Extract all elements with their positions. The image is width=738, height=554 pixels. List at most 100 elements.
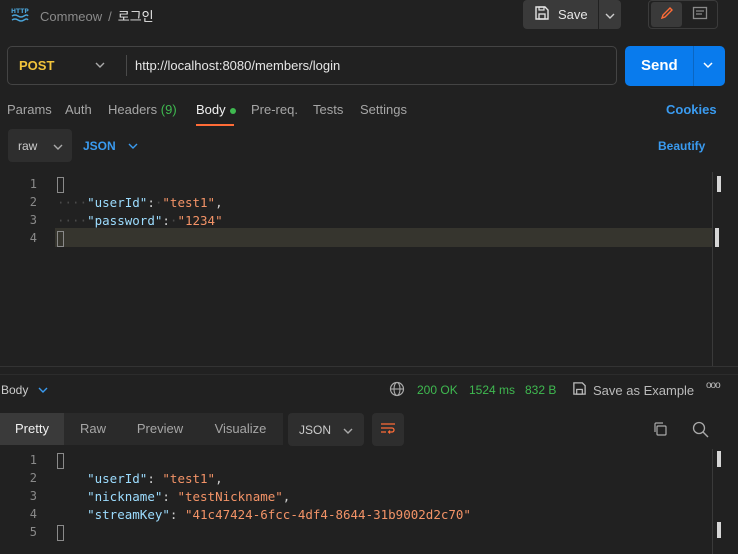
chevron-down-icon[interactable] (94, 58, 106, 75)
cookies-link[interactable]: Cookies (666, 102, 717, 117)
tab-preview[interactable]: Preview (122, 413, 198, 445)
code-line[interactable]: "userId": "test1", (57, 471, 223, 486)
url-input[interactable]: http://localhost:8080/members/login (135, 58, 340, 73)
code-line[interactable]: "nickname": "testNickname", (57, 489, 290, 504)
documentation-button[interactable] (684, 2, 715, 27)
tab-auth[interactable]: Auth (65, 102, 92, 117)
divider (0, 374, 738, 375)
save-icon (572, 381, 587, 399)
save-as-example-label: Save as Example (593, 382, 695, 398)
chevron-down-icon (53, 139, 63, 153)
save-button[interactable]: Save (523, 0, 598, 29)
code-line[interactable] (57, 524, 64, 541)
wrap-lines-button[interactable] (372, 413, 404, 446)
close-brace (57, 230, 64, 247)
json-value: "1234" (177, 213, 223, 228)
save-icon (534, 5, 550, 24)
send-button-label[interactable]: Send (641, 57, 678, 74)
open-brace (57, 176, 64, 193)
json-key: "password" (87, 213, 163, 228)
svg-text:HTTP: HTTP (11, 8, 29, 15)
chevron-down-icon[interactable] (127, 139, 139, 156)
divider (126, 55, 127, 76)
edit-mode-button[interactable] (651, 2, 682, 27)
line-number: 4 (29, 231, 37, 245)
line-number: 3 (29, 489, 37, 503)
code-line[interactable]: "streamKey": "41c47424-6fcc-4df4-8644-31… (57, 507, 471, 522)
json-key: "nickname" (87, 489, 163, 504)
more-options-button[interactable]: ooo (706, 380, 721, 391)
save-options-button[interactable] (599, 0, 621, 29)
code-line[interactable] (57, 452, 64, 469)
line-number: 1 (29, 453, 37, 467)
line-number: 1 (29, 177, 37, 191)
pencil-icon (660, 6, 674, 23)
tab-pretty[interactable]: Pretty (0, 413, 64, 445)
response-format-select[interactable]: JSON (288, 413, 364, 446)
tab-prereq[interactable]: Pre-req. (251, 102, 298, 117)
line-number: 5 (29, 525, 37, 539)
response-size[interactable]: 832 B (525, 383, 556, 397)
wrap-lines-icon (380, 421, 396, 438)
tab-body[interactable]: Body (196, 102, 236, 117)
code-line[interactable]: ····"userId":·"test1", (57, 195, 223, 210)
tab-body-label: Body (196, 102, 226, 117)
scrollbar[interactable] (717, 451, 721, 467)
active-tab-underline (196, 124, 234, 126)
search-icon[interactable] (692, 421, 709, 441)
cursor-marker (715, 228, 719, 247)
document-icon (692, 6, 708, 23)
line-number: 3 (29, 213, 37, 227)
save-as-example-button[interactable]: Save as Example (572, 381, 694, 399)
body-mode-label: raw (18, 138, 38, 153)
tab-tests[interactable]: Tests (313, 102, 343, 117)
response-time[interactable]: 1524 ms (469, 383, 515, 397)
json-key: "streamKey" (87, 507, 170, 522)
http-icon: HTTP (10, 6, 30, 24)
json-value: "test1" (162, 471, 216, 486)
tab-headers-label: Headers (108, 102, 158, 117)
code-line[interactable]: ····"password":·"1234" (57, 213, 223, 228)
json-comma: , (282, 489, 291, 504)
close-brace (57, 524, 64, 541)
editor-edge (712, 172, 713, 367)
response-body-text: Body (1, 383, 29, 397)
save-button-label: Save (558, 7, 588, 22)
json-value: "testNickname" (177, 489, 283, 504)
status-code[interactable]: 200 OK (417, 383, 458, 397)
code-line[interactable] (57, 176, 64, 193)
breadcrumb: Commeow / 로그인 (40, 6, 154, 25)
json-comma: , (215, 471, 223, 486)
scrollbar[interactable] (717, 522, 721, 538)
tab-raw[interactable]: Raw (64, 413, 122, 445)
body-mode-select[interactable]: raw (8, 129, 72, 162)
tab-params[interactable]: Params (7, 102, 52, 117)
response-format-label: JSON (299, 422, 332, 437)
method-select[interactable]: POST (19, 58, 54, 73)
tab-headers[interactable]: Headers (9) (108, 102, 177, 117)
request-name[interactable]: 로그인 (118, 9, 154, 24)
json-key: "userId" (87, 471, 148, 486)
body-indicator-dot (229, 107, 236, 114)
chevron-down-icon (343, 423, 353, 437)
chevron-down-icon (605, 7, 615, 22)
body-language-select[interactable]: JSON (83, 139, 116, 153)
tab-settings[interactable]: Settings (360, 102, 407, 117)
scrollbar[interactable] (717, 176, 721, 192)
json-value: "41c47424-6fcc-4df4-8644-31b9002d2c70" (184, 507, 471, 522)
beautify-button[interactable]: Beautify (658, 139, 705, 153)
chevron-down-icon[interactable] (701, 58, 715, 75)
line-number: 2 (29, 471, 37, 485)
chevron-down-icon (38, 383, 48, 397)
copy-icon[interactable] (652, 421, 668, 440)
line-number: 2 (29, 195, 37, 209)
response-body-label[interactable]: Body (1, 383, 48, 397)
code-line[interactable] (57, 230, 64, 247)
collection-name[interactable]: Commeow (40, 9, 102, 24)
json-key: "userId" (87, 195, 148, 210)
pane-divider[interactable] (0, 366, 738, 367)
open-brace (57, 452, 64, 469)
globe-icon[interactable] (389, 381, 405, 400)
tab-visualize[interactable]: Visualize (198, 413, 283, 445)
headers-count: (9) (160, 102, 177, 117)
